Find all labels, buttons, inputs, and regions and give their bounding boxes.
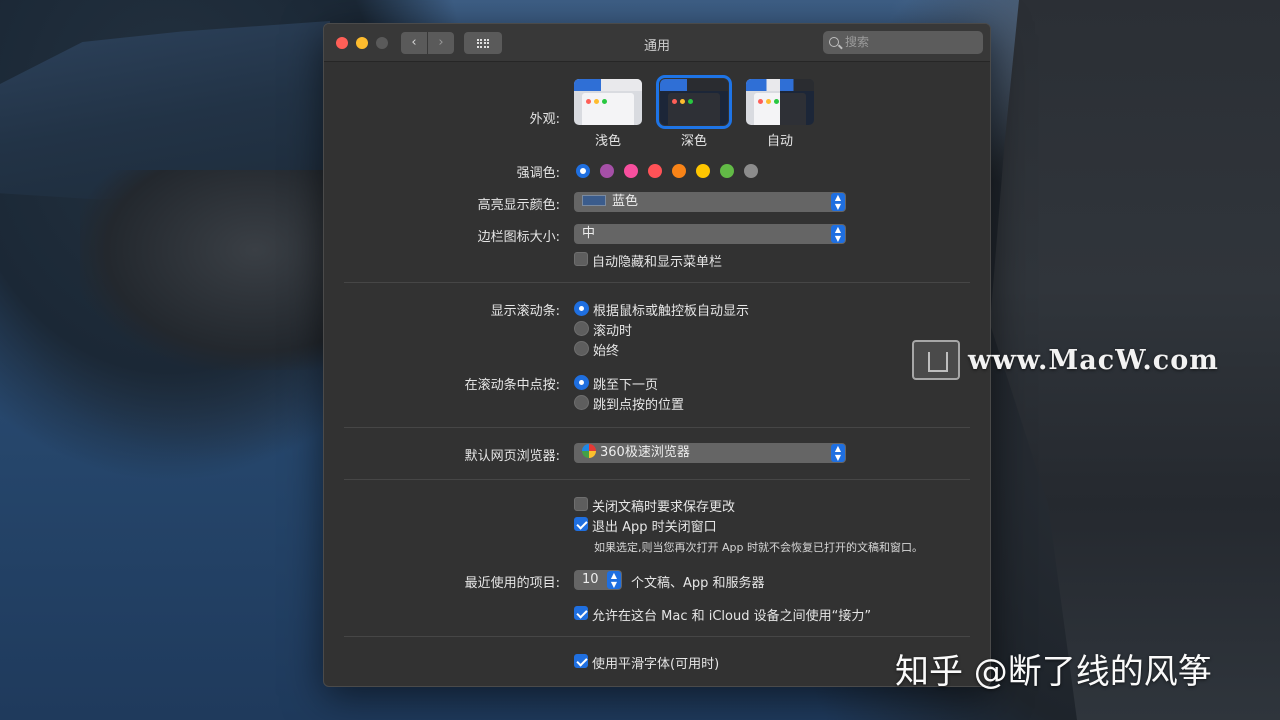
handoff-label: 允许在这台 Mac 和 iCloud 设备之间使用“接力” (592, 609, 872, 624)
font-smoothing-checkbox[interactable] (574, 654, 588, 668)
zhihu-watermark: 知乎 @断了线的风筝 (895, 652, 1212, 692)
accent-color-swatch[interactable] (720, 164, 734, 178)
scrollbars-always-label: 始终 (593, 344, 620, 359)
chevron-updown-icon: ▲ ▼ (831, 444, 845, 462)
wallpaper-rock-left (80, 170, 330, 370)
close-windows-label: 退出 App 时关闭窗口 (592, 520, 717, 535)
scrollbars-scrolling-radio[interactable] (574, 321, 589, 336)
color-swatch (582, 195, 606, 206)
title-bar: ‹ › 通用 搜索 (324, 24, 990, 62)
macw-logo-icon (912, 340, 960, 380)
appearance-auto-label: 自动 (766, 134, 793, 149)
default-browser-label: 默认网页浏览器: (464, 449, 560, 464)
chevron-updown-icon: ▲ ▼ (831, 193, 845, 211)
chevron-updown-icon: ▲ ▼ (607, 571, 621, 589)
recent-items-suffix: 个文稿、App 和服务器 (631, 576, 765, 591)
appearance-dark[interactable]: 深色 (656, 75, 732, 149)
accent-color-swatch[interactable] (600, 164, 614, 178)
macw-watermark-text: www.MacW.com (968, 344, 1219, 376)
preferences-window: ‹ › 通用 搜索 外观: 浅色 深色 自动 强调色: 高亮显示颜色: 蓝色 ▲… (323, 23, 991, 687)
dark-thumbnail (656, 75, 732, 129)
appearance-light-label: 浅色 (594, 134, 621, 149)
scroll-click-next-page-label: 跳至下一页 (593, 378, 659, 393)
close-windows-checkbox[interactable] (574, 517, 588, 531)
browser-icon (582, 444, 596, 458)
appearance-light[interactable]: 浅色 (573, 79, 643, 149)
appearance-dark-label: 深色 (680, 134, 707, 149)
sidebar-icon-size-label: 边栏图标大小: (477, 230, 560, 245)
menubar-autohide-checkbox[interactable] (574, 252, 588, 266)
auto-thumbnail (746, 79, 814, 125)
scroll-click-spot-radio[interactable] (574, 395, 589, 410)
divider (344, 427, 970, 428)
search-placeholder: 搜索 (845, 35, 870, 49)
handoff-checkbox[interactable] (574, 606, 588, 620)
ask-save-checkbox[interactable] (574, 497, 588, 511)
sidebar-icon-size-popup[interactable]: 中 ▲ ▼ (574, 224, 846, 244)
ask-save-label: 关闭文稿时要求保存更改 (592, 500, 736, 515)
recent-items-value: 10 (582, 572, 599, 587)
search-field[interactable]: 搜索 (823, 31, 983, 54)
divider (344, 479, 970, 480)
accent-label: 强调色: (516, 166, 560, 181)
chevron-updown-icon: ▲ ▼ (831, 225, 845, 243)
default-browser-popup[interactable]: 360极速浏览器 ▲ ▼ (574, 443, 846, 463)
divider (344, 636, 970, 637)
accent-color-swatch[interactable] (696, 164, 710, 178)
show-scrollbars-label: 显示滚动条: (490, 304, 560, 319)
menubar-autohide-label: 自动隐藏和显示菜单栏 (592, 255, 723, 270)
macw-watermark: www.MacW.com (912, 340, 1219, 380)
accent-color-swatch[interactable] (744, 164, 758, 178)
close-windows-note: 如果选定,则当您再次打开 App 时就不会恢复已打开的文稿和窗口。 (594, 541, 923, 554)
accent-color-swatch[interactable] (672, 164, 686, 178)
search-icon (829, 37, 839, 47)
highlight-value: 蓝色 (612, 194, 639, 209)
scrollbars-always-radio[interactable] (574, 341, 589, 356)
default-browser-value: 360极速浏览器 (600, 445, 690, 460)
divider (344, 282, 970, 283)
appearance-label: 外观: (529, 112, 560, 127)
light-thumbnail (574, 79, 642, 125)
font-smoothing-label: 使用平滑字体(可用时) (592, 657, 720, 672)
sidebar-icon-size-value: 中 (582, 226, 596, 241)
scroll-click-next-page-radio[interactable] (574, 375, 589, 390)
highlight-label: 高亮显示颜色: (477, 198, 560, 213)
scroll-click-label: 在滚动条中点按: (464, 378, 560, 393)
scrollbars-auto-label: 根据鼠标或触控板自动显示 (593, 304, 750, 319)
recent-items-label: 最近使用的项目: (464, 576, 560, 591)
accent-color-swatch[interactable] (648, 164, 662, 178)
accent-color-swatch[interactable] (624, 164, 638, 178)
recent-items-popup[interactable]: 10 ▲ ▼ (574, 570, 622, 590)
scrollbars-scrolling-label: 滚动时 (593, 324, 633, 339)
accent-color-swatch[interactable] (576, 164, 590, 178)
scroll-click-spot-label: 跳到点按的位置 (593, 398, 685, 413)
appearance-auto[interactable]: 自动 (745, 79, 815, 149)
highlight-color-popup[interactable]: 蓝色 ▲ ▼ (574, 192, 846, 212)
scrollbars-auto-radio[interactable] (574, 301, 589, 316)
